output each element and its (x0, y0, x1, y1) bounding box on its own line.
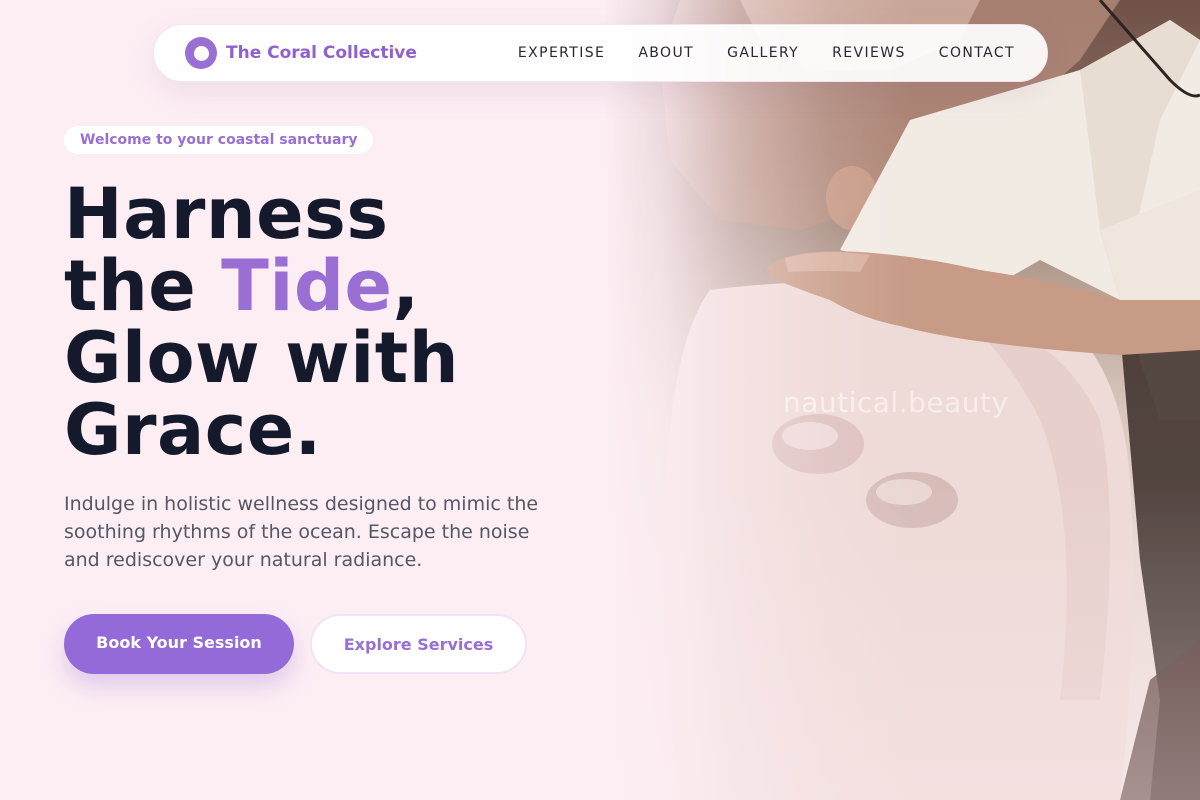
headline-line-2-prefix: the (64, 245, 222, 327)
nav-link-about[interactable]: ABOUT (638, 45, 694, 61)
headline-line-1: Harness (64, 173, 389, 255)
headline-line-3: Glow with (64, 317, 460, 399)
photo-fade-bottom (560, 480, 1200, 800)
headline-line-4: Grace. (64, 389, 322, 471)
hero-subtext: Indulge in holistic wellness designed to… (64, 493, 539, 571)
photo-watermark: nautical.beauty (783, 386, 1009, 419)
ring-logo-icon (185, 37, 217, 69)
brand-name: The Coral Collective (226, 43, 417, 63)
nav-link-expertise[interactable]: EXPERTISE (518, 45, 605, 61)
brand-logo-link[interactable]: The Coral Collective (185, 37, 417, 69)
hero-headline: Harness the Tide, Glow with Grace. (64, 178, 584, 466)
hero-photo: nautical.beauty (560, 0, 1200, 800)
nav-link-gallery[interactable]: GALLERY (727, 45, 799, 61)
nav-link-contact[interactable]: CONTACT (939, 45, 1015, 61)
headline-accent-word: Tide (221, 245, 393, 327)
nav-link-reviews[interactable]: REVIEWS (832, 45, 906, 61)
nav-links: EXPERTISE ABOUT GALLERY REVIEWS CONTACT (518, 45, 1015, 61)
main-navbar: The Coral Collective EXPERTISE ABOUT GAL… (153, 24, 1048, 82)
book-session-button[interactable]: Book Your Session (64, 614, 294, 674)
headline-line-2-suffix: , (392, 245, 420, 327)
explore-services-button[interactable]: Explore Services (310, 614, 527, 674)
tagline-badge: Welcome to your coastal sanctuary (64, 126, 374, 154)
